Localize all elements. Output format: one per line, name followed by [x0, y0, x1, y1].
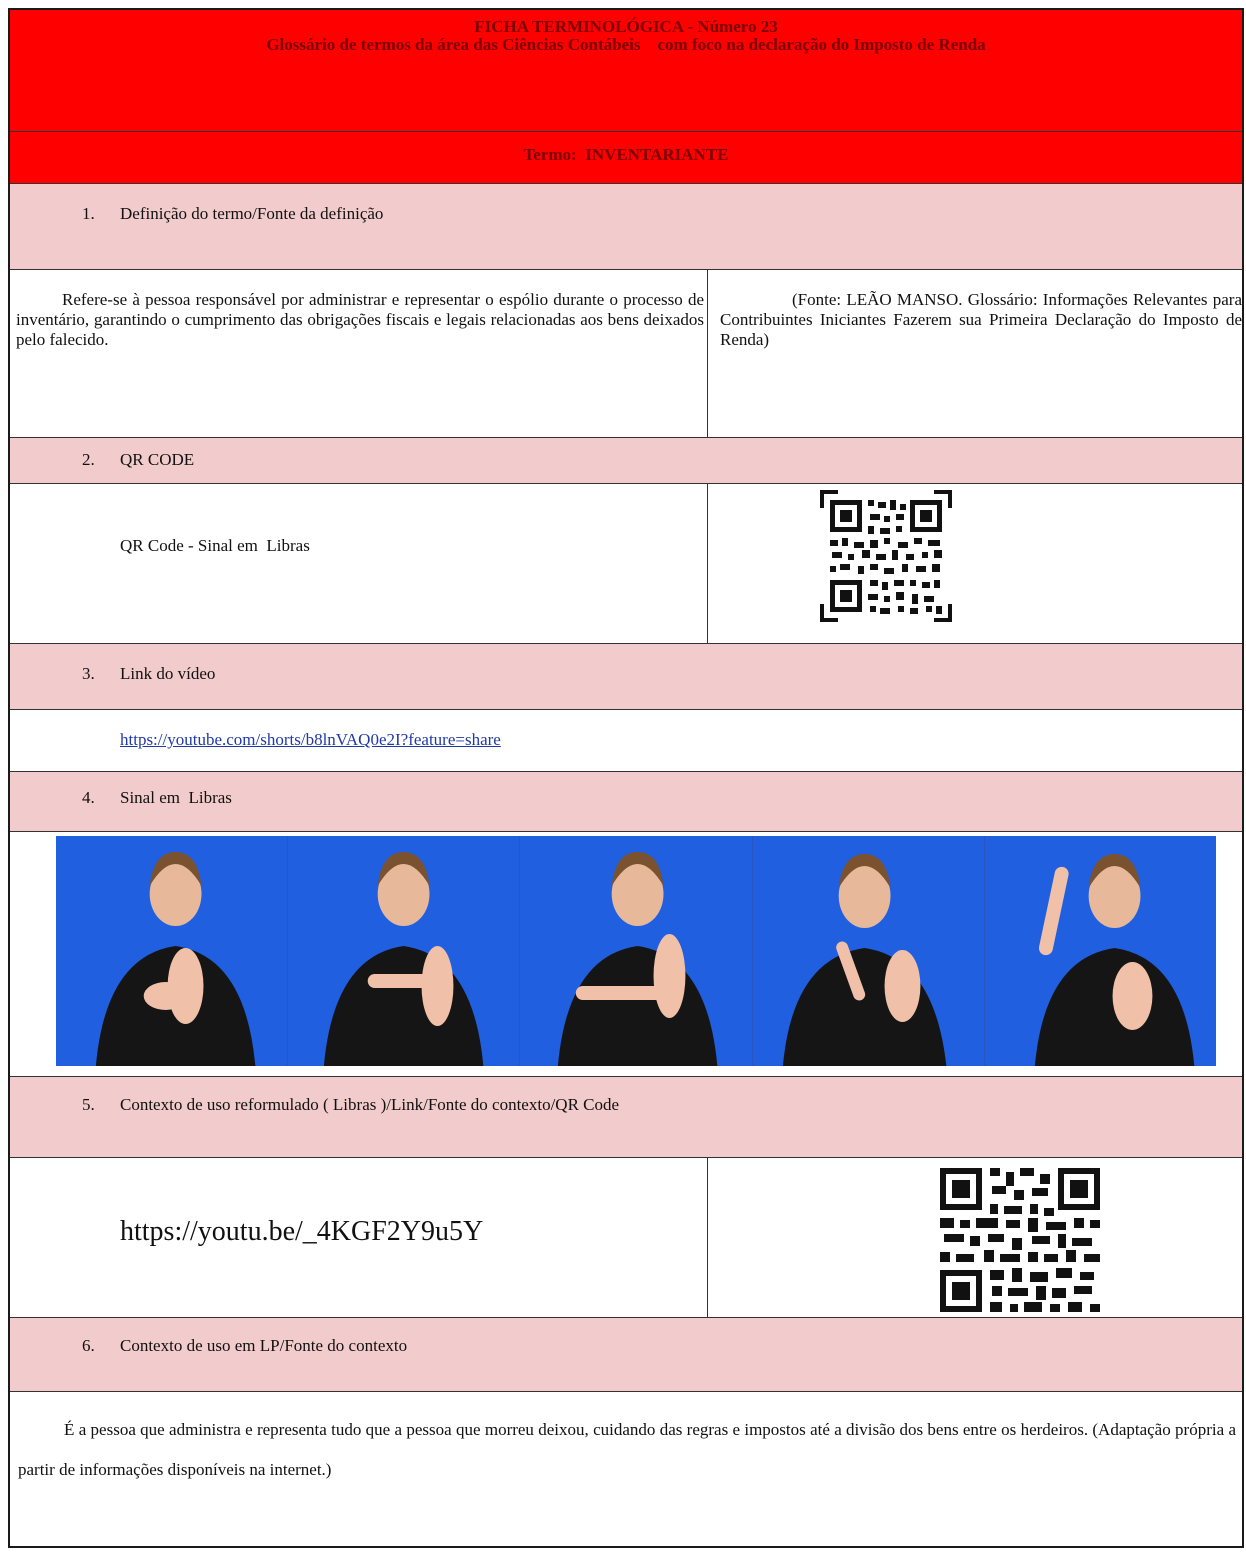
- term-block: Termo: INVENTARIANTE: [10, 132, 1242, 184]
- section-label: Contexto de uso em LP/Fonte do contexto: [120, 1336, 408, 1355]
- sign-photo-4: [752, 836, 985, 1066]
- terminology-sheet: FICHA TERMINOLÓGICA - Número 23 Glossári…: [8, 8, 1244, 1548]
- section-1-header: 1. Definição do termo/Fonte da definição: [10, 184, 1242, 270]
- section-label: Contexto de uso reformulado ( Libras )/L…: [120, 1095, 620, 1114]
- section-6-header: 6. Contexto de uso em LP/Fonte do contex…: [10, 1318, 1242, 1392]
- qr-label: QR Code - Sinal em Libras: [120, 536, 310, 555]
- header-title: FICHA TERMINOLÓGICA - Número 23: [474, 17, 778, 36]
- section-number: 1.: [82, 204, 95, 223]
- lp-context-text: É a pessoa que administra e representa t…: [18, 1420, 1236, 1479]
- section-label: Definição do termo/Fonte da definição: [120, 204, 384, 223]
- section-5-header: 5. Contexto de uso reformulado ( Libras …: [10, 1076, 1242, 1158]
- section-label: Sinal em Libras: [120, 788, 232, 807]
- section-label: QR CODE: [120, 450, 195, 469]
- qr-code-icon: [820, 490, 952, 622]
- section-number: 4.: [82, 788, 95, 807]
- term-title: Termo: INVENTARIANTE: [523, 145, 729, 164]
- sign-photo-5: [984, 836, 1217, 1066]
- section-3-header: 3. Link do vídeo: [10, 644, 1242, 710]
- qr-code-icon: [940, 1168, 1100, 1312]
- section-label: Link do vídeo: [120, 664, 216, 683]
- section-number: 6.: [82, 1336, 95, 1355]
- sign-photo-1: [56, 836, 289, 1066]
- context-link-row: https://youtu.be/_4KGF2Y9u5Y: [10, 1158, 1242, 1318]
- section-number: 5.: [82, 1095, 95, 1114]
- section-2-header: 2. QR CODE: [10, 438, 1242, 484]
- qr-row: QR Code - Sinal em Libras: [10, 484, 1242, 644]
- video-link-row: https://youtube.com/shorts/b8lnVAQ0e2I?f…: [10, 710, 1242, 772]
- definition-row: Refere-se à pessoa responsável por admin…: [10, 270, 1242, 438]
- section-number: 3.: [82, 664, 95, 683]
- video-link[interactable]: https://youtube.com/shorts/b8lnVAQ0e2I?f…: [120, 730, 501, 750]
- context-link: https://youtu.be/_4KGF2Y9u5Y: [120, 1216, 484, 1247]
- section-number: 2.: [82, 450, 95, 469]
- header-block: FICHA TERMINOLÓGICA - Número 23 Glossári…: [10, 10, 1242, 132]
- sign-photo-2: [288, 836, 521, 1066]
- sign-photo-3: [520, 836, 753, 1066]
- definition-source: (Fonte: LEÃO MANSO. Glossário: Informaçõ…: [720, 290, 1242, 349]
- definition-text: Refere-se à pessoa responsável por admin…: [16, 290, 704, 349]
- lp-context-row: É a pessoa que administra e representa t…: [10, 1392, 1242, 1548]
- sign-photos-strip: [56, 836, 1217, 1066]
- section-4-header: 4. Sinal em Libras: [10, 772, 1242, 832]
- header-subtitle: Glossário de termos da área das Ciências…: [266, 35, 986, 54]
